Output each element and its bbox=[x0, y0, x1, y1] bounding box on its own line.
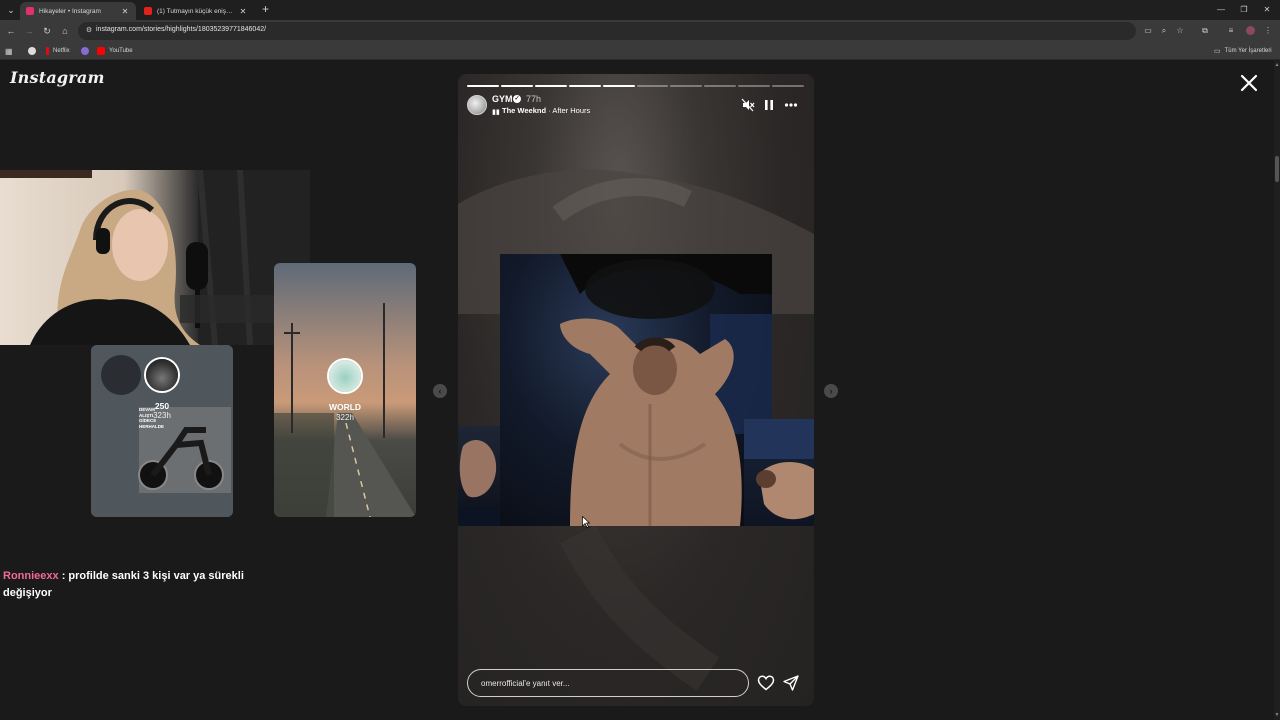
gym-back-image bbox=[560, 254, 772, 526]
progress-segment bbox=[500, 85, 533, 87]
mouse-cursor-icon bbox=[582, 516, 590, 528]
send-icon[interactable] bbox=[782, 674, 800, 692]
music-bars-icon: ▮▮ bbox=[492, 109, 500, 116]
browser-menu-icon[interactable]: ⋮ bbox=[1261, 24, 1275, 38]
close-icon[interactable] bbox=[1238, 72, 1260, 94]
page-scrollbar[interactable]: ▲ ▼ bbox=[1274, 60, 1280, 720]
progress-segment bbox=[534, 85, 567, 87]
previous-story-button[interactable]: ‹ bbox=[433, 384, 447, 398]
back-arrow-icon[interactable]: ← bbox=[4, 24, 18, 38]
gym-side-image bbox=[458, 440, 500, 526]
mini-story-overlay-text: DEVAM ALIŞTI GİDECE HERHALDE bbox=[139, 407, 165, 429]
story-username[interactable]: GYM bbox=[492, 94, 513, 104]
reply-placeholder: omerrofficial'e yanıt ver... bbox=[481, 679, 570, 688]
story-avatar[interactable] bbox=[467, 95, 487, 115]
bookmark-app-icon bbox=[81, 47, 89, 55]
cast-icon[interactable]: ▭ bbox=[1141, 24, 1155, 38]
story-right-photo bbox=[744, 419, 814, 526]
bookmark-chatgpt[interactable] bbox=[28, 45, 40, 57]
tab-title: Hikayeler • Instagram bbox=[39, 7, 101, 15]
verified-badge-icon: ✓ bbox=[513, 95, 521, 103]
progress-segment bbox=[772, 85, 805, 87]
window-close-icon[interactable]: ✕ bbox=[1260, 3, 1274, 17]
music-artist: The Weeknd bbox=[502, 106, 547, 115]
pause-icon[interactable] bbox=[762, 98, 776, 112]
gym-lying-image bbox=[744, 419, 814, 520]
bookmarks-bar: ▦ Netflix YouTube ▭ Tüm Yer İşaretleri bbox=[0, 42, 1280, 60]
new-tab-button[interactable]: + bbox=[259, 3, 272, 16]
netflix-icon bbox=[46, 47, 49, 55]
tab-close-icon[interactable]: ✕ bbox=[238, 7, 248, 16]
url-text: instagram.com/stories/highlights/1803523… bbox=[96, 26, 267, 33]
next-story-button[interactable]: › bbox=[824, 384, 838, 398]
scrollbar-thumb[interactable] bbox=[1275, 156, 1279, 182]
scroll-up-arrow-icon[interactable]: ▲ bbox=[1274, 62, 1280, 68]
story-time: 77h bbox=[526, 94, 542, 104]
progress-segment bbox=[467, 85, 499, 87]
folder-icon: ▭ bbox=[1214, 48, 1221, 55]
bookmark-star-icon[interactable]: ☆ bbox=[1173, 24, 1187, 38]
webcam-overlay bbox=[0, 170, 310, 345]
progress-segment bbox=[704, 85, 737, 87]
bookmark-netflix[interactable]: Netflix bbox=[46, 45, 70, 57]
restore-icon[interactable]: ❐ bbox=[1237, 3, 1251, 17]
story-main-photo bbox=[500, 254, 772, 526]
mini-story-avatar bbox=[327, 358, 363, 394]
tab-search-chevron-icon[interactable]: ⌄ bbox=[4, 3, 18, 17]
reload-icon[interactable]: ↻ bbox=[40, 24, 54, 38]
story-viewer[interactable]: GYM ✓ 77h ▮▮ The Weeknd · After Hours om… bbox=[458, 74, 814, 706]
home-icon[interactable]: ⌂ bbox=[58, 24, 72, 38]
muted-speaker-icon[interactable] bbox=[741, 98, 755, 112]
media-controls-icon[interactable]: ≡ bbox=[1224, 24, 1238, 38]
instagram-favicon-icon bbox=[26, 7, 34, 15]
mini-story-name: WORLD bbox=[328, 402, 362, 412]
bookmark-youtube[interactable]: YouTube bbox=[97, 45, 133, 57]
heart-icon[interactable] bbox=[757, 674, 775, 692]
tab-instagram[interactable]: Hikayeler • Instagram ✕ bbox=[20, 2, 136, 20]
browser-tab-strip: ⌄ Hikayeler • Instagram ✕ (1) Tutmayın k… bbox=[0, 0, 1280, 20]
reply-input[interactable]: omerrofficial'e yanıt ver... bbox=[467, 669, 749, 697]
mini-story-card[interactable]: WORLD 322h bbox=[274, 263, 416, 517]
progress-segment bbox=[636, 85, 669, 87]
minimize-icon[interactable]: — bbox=[1214, 3, 1228, 17]
youtube-icon bbox=[97, 47, 105, 55]
tab-close-icon[interactable]: ✕ bbox=[120, 7, 130, 16]
story-progress-bar bbox=[467, 85, 805, 87]
progress-segment bbox=[738, 85, 771, 87]
mini-story-card[interactable]: 250 323h DEVAM ALIŞTI GİDECE HERHALDE bbox=[91, 345, 233, 517]
instagram-stories-page: Instagram 250 323h DEVAM ALIŞTI GİDECE H… bbox=[0, 60, 1280, 720]
music-song: After Hours bbox=[552, 106, 591, 115]
zoom-icon[interactable]: ⌕ bbox=[1157, 24, 1171, 38]
forward-arrow-icon[interactable]: → bbox=[22, 24, 36, 38]
tab-title: (1) Tutmayın küçük enişteyi sal bbox=[157, 7, 234, 15]
extensions-icon[interactable]: ⧉ bbox=[1198, 24, 1212, 38]
mini-story-time: 322h bbox=[336, 413, 354, 422]
browser-toolbar: ← → ↻ ⌂ ⚙ instagram.com/stories/highligh… bbox=[0, 20, 1280, 42]
story-left-photo bbox=[458, 426, 500, 526]
more-options-icon[interactable] bbox=[784, 98, 798, 112]
chat-separator: : bbox=[58, 570, 69, 582]
bookmark-purple[interactable] bbox=[81, 45, 93, 57]
progress-segment bbox=[602, 85, 635, 87]
all-bookmarks-folder[interactable]: ▭ Tüm Yer İşaretleri bbox=[1214, 45, 1272, 57]
site-info-icon[interactable]: ⚙ bbox=[84, 26, 94, 36]
scroll-down-arrow-icon[interactable]: ▼ bbox=[1274, 712, 1280, 718]
instagram-logo[interactable]: Instagram bbox=[10, 68, 105, 87]
tab-youtube[interactable]: (1) Tutmayın küçük enişteyi sal ✕ bbox=[138, 2, 254, 20]
progress-segment bbox=[568, 85, 601, 87]
profile-avatar[interactable] bbox=[1243, 24, 1257, 38]
stream-chat-message: Ronnieexx : profilde sanki 3 kişi var ya… bbox=[3, 568, 253, 602]
chat-username: Ronnieexx bbox=[3, 570, 59, 582]
progress-segment bbox=[670, 85, 703, 87]
chatgpt-icon bbox=[28, 47, 36, 55]
address-bar[interactable]: ⚙ instagram.com/stories/highlights/18035… bbox=[78, 22, 1136, 40]
webcam-person-image bbox=[0, 170, 310, 345]
story-music[interactable]: The Weeknd · After Hours bbox=[502, 106, 590, 115]
apps-grid-icon[interactable]: ▦ bbox=[5, 45, 13, 57]
mini-story-avatar bbox=[144, 357, 180, 393]
youtube-favicon-icon bbox=[144, 7, 152, 15]
